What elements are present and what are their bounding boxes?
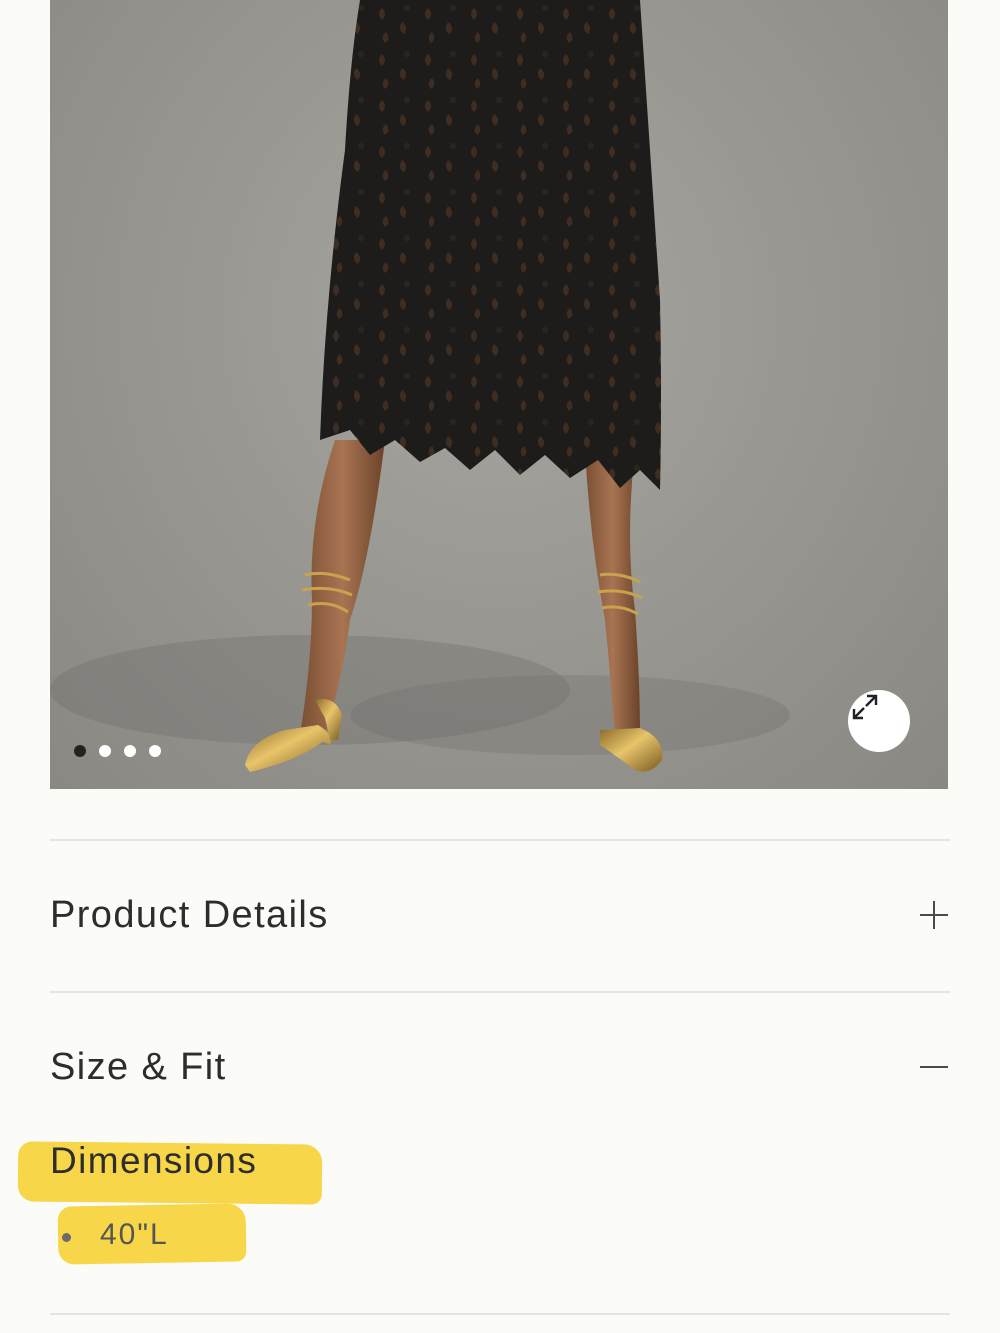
carousel-dot-1[interactable]	[74, 745, 86, 757]
accordion-product-details[interactable]: Product Details	[50, 840, 950, 990]
bullet-icon	[62, 1233, 71, 1242]
accordion-title: Size & Fit	[50, 1045, 227, 1088]
minus-icon[interactable]	[918, 1051, 950, 1083]
divider	[50, 1313, 950, 1315]
accordion-title: Product Details	[50, 893, 329, 936]
expand-arrows-icon	[852, 694, 878, 720]
carousel-indicator[interactable]	[74, 745, 161, 757]
dress-photo-illustration	[50, 0, 790, 772]
dimension-value: 40"L	[100, 1218, 169, 1251]
expand-image-button[interactable]	[848, 690, 910, 752]
accordion-size-fit[interactable]: Size & Fit	[50, 992, 950, 1142]
carousel-dot-4[interactable]	[149, 745, 161, 757]
plus-icon[interactable]	[918, 899, 950, 931]
product-image[interactable]	[50, 0, 948, 789]
carousel-dot-3[interactable]	[124, 745, 136, 757]
dimensions-heading: Dimensions	[50, 1140, 258, 1181]
product-page: Product Details Size & Fit Dimensions 40…	[0, 0, 1000, 1333]
carousel-dot-2[interactable]	[99, 745, 111, 757]
